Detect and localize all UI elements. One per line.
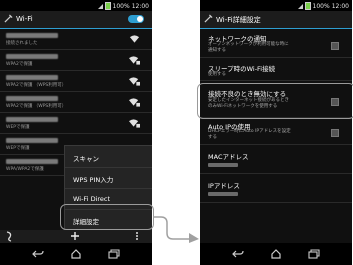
setting-description: する	[208, 135, 217, 140]
setting-title: MACアドレス	[208, 153, 249, 161]
wifi-network-item[interactable]: WPA2で保護	[0, 50, 152, 71]
wifi-network-item[interactable]: WPA2で保護 （WPS利用可）	[0, 92, 152, 113]
signal-icon	[97, 3, 103, 9]
overflow-menu-icon[interactable]	[134, 231, 140, 241]
navigation-bar	[200, 243, 352, 265]
action-bottom-bar	[0, 230, 152, 243]
network-status: 接続されました	[6, 41, 38, 46]
network-ssid-blurred	[6, 117, 58, 122]
menu-item-label: スキャン	[73, 155, 99, 163]
arrow-icon	[153, 216, 199, 243]
wifi-network-item[interactable]: 接続されました	[0, 29, 152, 50]
menu-item-label: WPS PIN入力	[73, 176, 114, 184]
wifi-lock-icon	[129, 77, 140, 86]
back-icon[interactable]	[32, 249, 44, 259]
back-icon[interactable]	[232, 249, 244, 259]
recent-apps-icon[interactable]	[108, 249, 120, 259]
network-security: WPA2で保護 （WPS利用可）	[6, 83, 67, 88]
wifi-lock-icon	[129, 56, 140, 65]
clock: 12:00	[331, 2, 349, 10]
page-title: Wi-Fi	[16, 15, 33, 23]
navigation-bar	[0, 243, 152, 265]
network-security: WEPで保護	[6, 125, 30, 130]
battery-icon	[304, 2, 311, 10]
highlight-avoid-poor-connection	[197, 83, 353, 119]
signal-icon	[297, 3, 303, 9]
status-bar: 100% 12:00	[0, 0, 152, 11]
action-bar: Wi-Fi	[0, 11, 152, 29]
home-icon[interactable]	[70, 249, 82, 259]
setting-value: 使用する	[208, 72, 226, 77]
network-security: WPA2で保護 （WPS利用可）	[6, 104, 67, 109]
menu-item-wps-pin[interactable]: WPS PIN入力	[65, 167, 152, 189]
wifi-network-item[interactable]: WEPで保護	[0, 113, 152, 134]
clock: 12:00	[131, 2, 149, 10]
wifi-toggle[interactable]	[128, 15, 144, 23]
highlight-advanced-settings	[60, 204, 154, 230]
mac-address-value-blurred	[208, 163, 238, 167]
page-title: Wi-Fi詳細設定	[216, 16, 261, 24]
wifi-signal-icon	[129, 35, 140, 43]
home-icon[interactable]	[270, 249, 282, 259]
action-bar: Wi-Fi詳細設定	[200, 11, 352, 29]
battery-icon	[104, 2, 111, 10]
network-ssid-blurred	[6, 54, 58, 59]
battery-percent: 100%	[112, 2, 130, 10]
wifi-advanced-settings-screen: 100% 12:00 Wi-Fi詳細設定 ネットワークの通知 オープンネットワー…	[200, 0, 352, 265]
wifi-lock-icon	[129, 119, 140, 128]
network-security: WPA2で保護	[6, 62, 33, 67]
status-bar: 100% 12:00	[200, 0, 352, 11]
settings-app-icon[interactable]	[4, 14, 13, 23]
wifi-lock-icon	[129, 98, 140, 107]
setting-ip-address: IPアドレス	[200, 174, 352, 203]
setting-network-notification[interactable]: ネットワークの通知 オープンネットワークが利用可能な時に 通知する	[200, 29, 352, 58]
network-ssid-blurred	[6, 159, 58, 164]
network-security: WPA/WPA2で保護	[6, 167, 44, 172]
wifi-network-item[interactable]: WPA2で保護 （WPS利用可）	[0, 71, 152, 92]
setting-sleep-wifi[interactable]: スリープ時のWi-Fi接続 使用する	[200, 58, 352, 81]
setting-mac-address: MACアドレス	[200, 145, 352, 174]
add-network-icon[interactable]	[70, 231, 80, 241]
recent-apps-icon[interactable]	[308, 249, 320, 259]
setting-description: DHCPエラー時にAuto IPアドレスを設定	[208, 129, 291, 134]
checkbox-network-notification[interactable]	[331, 42, 339, 50]
battery-percent: 100%	[312, 2, 330, 10]
setting-auto-ip[interactable]: Auto IPの使用 DHCPエラー時にAuto IPアドレスを設定 する	[200, 118, 352, 145]
menu-item-scan[interactable]: スキャン	[65, 146, 152, 168]
toggle-knob	[137, 16, 143, 22]
settings-app-icon[interactable]	[204, 14, 213, 23]
network-ssid-blurred	[6, 96, 58, 101]
network-ssid-blurred	[6, 75, 58, 80]
setting-title: IPアドレス	[208, 182, 240, 190]
network-security: WEPで保護	[6, 146, 30, 151]
ip-address-value-blurred	[208, 192, 238, 196]
network-ssid-blurred	[6, 33, 58, 38]
setting-description: 通知する	[208, 48, 226, 53]
checkbox-auto-ip[interactable]	[331, 129, 339, 137]
wps-icon[interactable]	[4, 231, 14, 242]
network-ssid-blurred	[6, 138, 58, 143]
menu-item-label: Wi-Fi Direct	[73, 195, 111, 203]
